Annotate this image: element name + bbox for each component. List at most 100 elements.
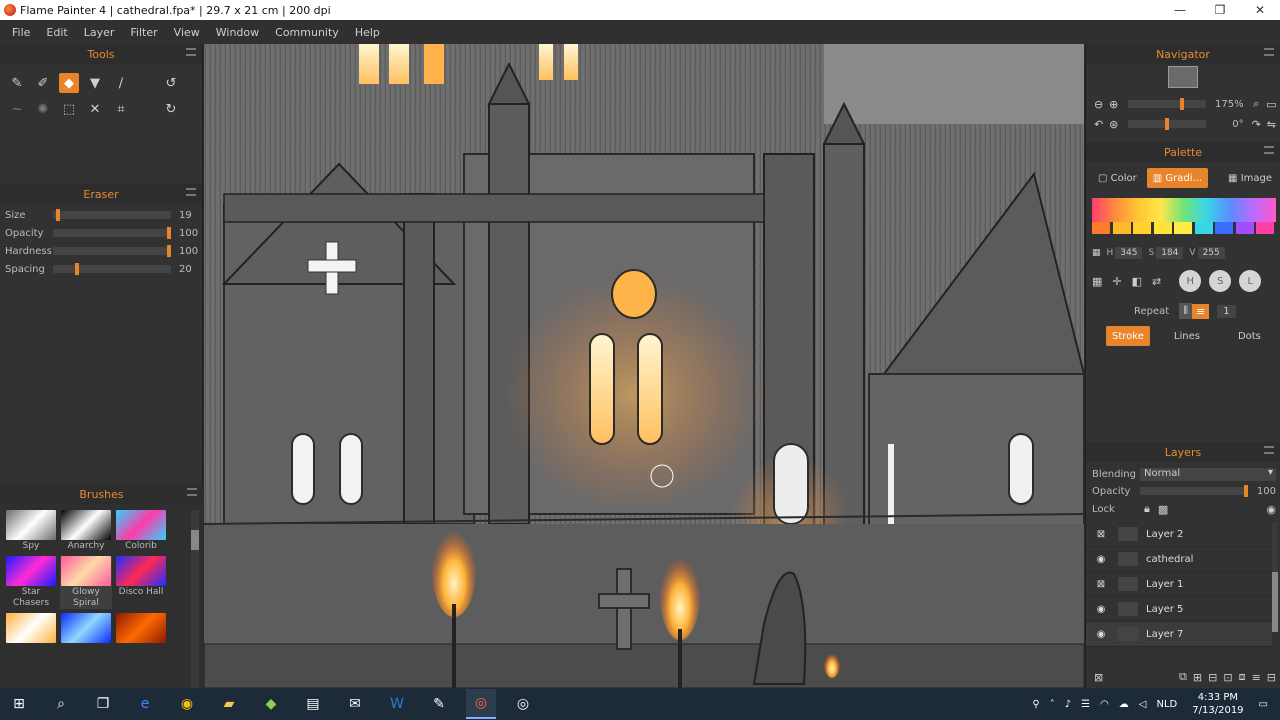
layer-row[interactable]: ◉ Layer 7	[1086, 622, 1272, 647]
panel-menu-icon[interactable]	[186, 188, 196, 196]
pen-icon[interactable]: ✎	[7, 73, 27, 93]
panel-menu-icon[interactable]	[1264, 48, 1274, 56]
layers-menu-icon[interactable]: ≡	[1252, 671, 1261, 684]
menu-layer[interactable]: Layer	[76, 26, 123, 39]
onedrive-icon[interactable]: ☁	[1119, 699, 1129, 710]
layer-row[interactable]: ◉ cathedral	[1086, 547, 1272, 572]
scroll-thumb[interactable]	[1272, 572, 1278, 632]
gradient-stop[interactable]	[1215, 222, 1233, 234]
panel-menu-icon[interactable]	[187, 488, 197, 496]
panel-menu-icon[interactable]	[186, 48, 196, 56]
brush-item[interactable]	[115, 613, 167, 644]
drawing-canvas[interactable]	[204, 44, 1084, 688]
slider-value[interactable]: 20	[179, 264, 192, 275]
task-view-icon[interactable]: ❐	[88, 689, 118, 719]
slider-knob[interactable]	[1164, 118, 1169, 130]
brushes-scrollbar[interactable]	[191, 510, 199, 690]
maximize-button[interactable]: ❐	[1200, 0, 1240, 20]
blur-icon[interactable]: ✺	[33, 99, 53, 119]
slider-knob[interactable]	[1180, 98, 1185, 110]
layer-opacity-slider[interactable]	[1139, 485, 1248, 497]
zoom-value[interactable]: 175%	[1212, 99, 1244, 110]
hidden-icon[interactable]: ⊠	[1094, 579, 1108, 590]
rotation-value[interactable]: 0°	[1212, 119, 1243, 130]
smudge-icon[interactable]: ~	[7, 99, 27, 119]
network-icon[interactable]: ☰	[1081, 699, 1090, 710]
brush-item[interactable]: Disco Hall	[115, 556, 167, 609]
gradient-stop[interactable]	[1235, 222, 1254, 234]
lock-transparency-icon[interactable]: ▩	[1158, 503, 1168, 516]
panel-menu-icon[interactable]	[1264, 446, 1274, 454]
minimize-button[interactable]: —	[1160, 0, 1200, 20]
slider-knob[interactable]	[167, 227, 171, 239]
gradient-stop[interactable]	[1256, 222, 1274, 234]
slider-value[interactable]: 19	[179, 210, 192, 221]
rotate-left-icon[interactable]: ↶	[1092, 118, 1105, 131]
rotation-slider[interactable]	[1128, 118, 1206, 130]
fullscreen-icon[interactable]: ▭	[1265, 98, 1278, 111]
person-icon[interactable]: ⚲	[1032, 699, 1039, 710]
menu-edit[interactable]: Edit	[38, 26, 75, 39]
zoom-in-icon[interactable]: ⊕	[1107, 98, 1120, 111]
repeat-list-icon[interactable]: ≡	[1192, 303, 1210, 319]
crop-icon[interactable]: ⌗	[111, 99, 131, 119]
v-value[interactable]: 255	[1197, 247, 1225, 259]
gradient-stop[interactable]	[1174, 222, 1192, 234]
h-value[interactable]: 345	[1115, 247, 1143, 259]
repeat-value[interactable]: 1	[1217, 304, 1236, 318]
word-icon[interactable]: W	[382, 689, 412, 719]
menu-community[interactable]: Community	[267, 26, 347, 39]
dots-mode-button[interactable]: Dots	[1232, 326, 1267, 346]
hidden-icon[interactable]: ⊠	[1094, 529, 1108, 540]
app-icon[interactable]: ◆	[256, 689, 286, 719]
eye-icon[interactable]: ◉	[1094, 629, 1108, 640]
file-explorer-icon[interactable]: ▰	[214, 689, 244, 719]
zoom-slider[interactable]	[1128, 98, 1206, 110]
menu-view[interactable]: View	[166, 26, 208, 39]
layer-row[interactable]: ⊠ Layer 1	[1086, 572, 1272, 597]
gradient-stop[interactable]	[1133, 222, 1151, 234]
tab-color[interactable]: ▢ Color	[1092, 168, 1143, 188]
brush-item[interactable]: Colorib	[115, 510, 167, 552]
spacing-slider[interactable]	[53, 263, 171, 275]
zoom-out-icon[interactable]: ⊖	[1092, 98, 1105, 111]
slider-value[interactable]: 100	[179, 228, 198, 239]
speaker-icon[interactable]: ◁	[1139, 699, 1147, 710]
brush-item[interactable]	[60, 613, 112, 644]
settings-app-icon[interactable]: ◎	[508, 689, 538, 719]
wifi-icon[interactable]: ◠	[1100, 699, 1109, 710]
gradient-picker[interactable]	[1092, 198, 1276, 240]
gradient-stop[interactable]	[1153, 222, 1172, 234]
flame-painter-taskbar-icon[interactable]: ◎	[466, 689, 496, 719]
s-value[interactable]: 184	[1156, 247, 1184, 259]
mode-s-button[interactable]: S	[1209, 270, 1232, 292]
layer-row[interactable]: ⊠ Layer 2	[1086, 522, 1272, 547]
lines-mode-button[interactable]: Lines	[1168, 326, 1206, 346]
gradient-bar[interactable]	[1092, 198, 1276, 222]
stroke-mode-button[interactable]: Stroke	[1106, 326, 1150, 346]
rotate-right-icon[interactable]: ↷	[1250, 118, 1263, 131]
undo-icon[interactable]: ↺	[161, 73, 181, 93]
eye-icon[interactable]: ◉	[1094, 604, 1108, 615]
edge-icon[interactable]: e	[130, 689, 160, 719]
size-slider[interactable]	[53, 209, 171, 221]
slider-knob[interactable]	[167, 245, 171, 257]
grid-icon[interactable]: ▦	[1092, 275, 1102, 288]
select-icon[interactable]: ⬚	[59, 99, 79, 119]
import-icon[interactable]: ⧉	[1179, 670, 1187, 684]
brush-item[interactable]: Glowy Spiral	[60, 556, 112, 609]
language-indicator[interactable]: NLD	[1157, 699, 1178, 710]
layers-scrollbar[interactable]	[1272, 522, 1278, 632]
flip-icon[interactable]: ⇋	[1265, 118, 1278, 131]
brush-item[interactable]	[5, 613, 57, 644]
volume-icon[interactable]: ♪	[1065, 699, 1071, 710]
chevron-up-icon[interactable]: ˄	[1050, 699, 1055, 710]
add-layer-icon[interactable]: ⊞	[1193, 671, 1202, 684]
brush-item[interactable]: Anarchy	[60, 510, 112, 552]
mail-icon[interactable]: ✉	[340, 689, 370, 719]
eraser-icon[interactable]: ◆	[59, 73, 79, 93]
slider-knob[interactable]	[74, 263, 79, 275]
mode-l-button[interactable]: L	[1239, 270, 1262, 292]
redo-icon[interactable]: ↻	[161, 99, 181, 119]
mirror-icon[interactable]: ◧	[1132, 275, 1142, 288]
